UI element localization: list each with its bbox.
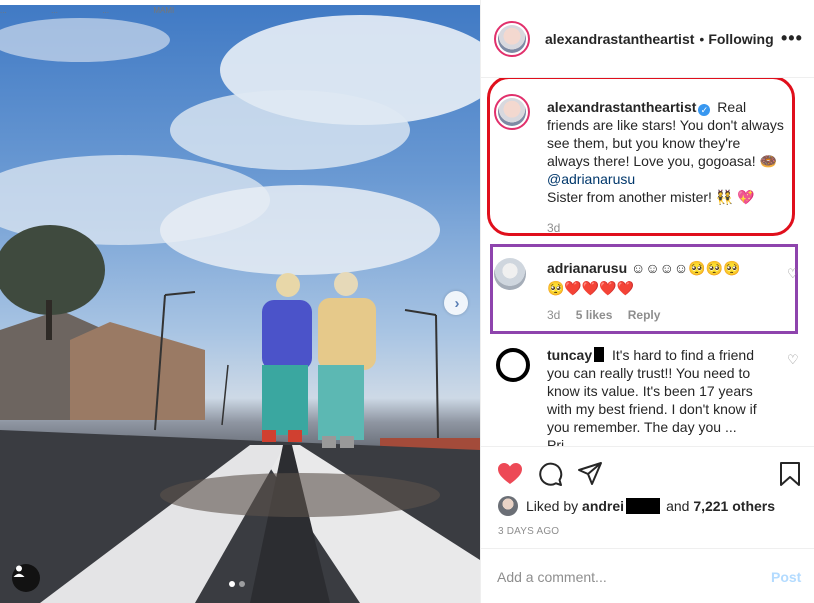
comment-username[interactable]: tuncay [547, 347, 592, 363]
next-photo-button[interactable]: › [444, 291, 468, 315]
comment-meta: 3d 5 likes Reply [547, 308, 660, 322]
like-comment-icon[interactable]: ♡ [787, 352, 799, 368]
avatar[interactable] [494, 20, 530, 57]
verified-icon: ✓ [698, 104, 711, 116]
post-panel: alexandrastantheartist • Following ••• a… [480, 0, 814, 603]
chevron-right-icon: › [454, 294, 460, 312]
top-strip-text: ... [0, 6, 7, 15]
liker-username[interactable]: andrei [582, 498, 624, 514]
add-comment-bar: Add a comment... Post [481, 548, 814, 603]
share-icon[interactable] [577, 461, 603, 487]
carousel-dot [239, 581, 245, 587]
post-photo[interactable]: ... ... ... MAMI › [0, 0, 480, 603]
caption-timestamp[interactable]: 3d [547, 221, 560, 235]
user-tags-button[interactable] [12, 564, 40, 592]
redaction-mark [594, 347, 605, 362]
like-comment-icon[interactable]: ♡ [787, 266, 799, 282]
post-date[interactable]: 3 DAYS AGO [498, 526, 559, 537]
liked-by-label: Liked by [526, 498, 579, 514]
photo-scene [0, 15, 480, 603]
post-button[interactable]: Post [771, 569, 801, 585]
heart-icon[interactable] [497, 461, 523, 487]
caption-text: alexandrastantheartist ✓ Real friends are… [547, 98, 787, 206]
comment-icon[interactable] [537, 461, 563, 487]
mention-link[interactable]: @adrianarusu [547, 171, 635, 187]
bookmark-icon[interactable] [777, 461, 803, 487]
carousel-indicator [229, 581, 245, 587]
user-icon [13, 565, 25, 577]
reply-button[interactable]: Reply [628, 308, 661, 322]
comment-likes[interactable]: 5 likes [576, 308, 613, 322]
comment-text: adrianarusu ☺☺☺☺🥺🥺🥺🥺❤️❤️❤️❤️ [547, 258, 747, 298]
top-strip-text: ... [102, 6, 109, 15]
top-strip: ... ... ... MAMI [0, 0, 480, 15]
top-strip-text: MAMI [153, 6, 175, 15]
carousel-dot-active [229, 581, 235, 587]
comment-text: tuncay It's hard to find a friend you ca… [547, 346, 759, 446]
liked-by: Liked by andrei and 7,221 others [498, 496, 775, 516]
likes-count[interactable]: 7,221 others [693, 498, 775, 514]
comment-username[interactable]: adrianarusu [547, 260, 627, 276]
post-header: alexandrastantheartist • Following ••• [481, 0, 814, 78]
more-options-icon[interactable]: ••• [781, 28, 803, 49]
following-button[interactable]: Following [708, 31, 773, 47]
avatar[interactable] [494, 258, 526, 290]
caption-body-2: Sister from another mister! 👯 💖 [547, 189, 755, 205]
avatar-image [498, 98, 526, 126]
comment-input[interactable]: Add a comment... [497, 569, 607, 585]
comments-section[interactable]: alexandrastantheartist ✓ Real friends are… [481, 78, 814, 446]
top-strip-text: ... [51, 6, 58, 15]
avatar[interactable] [494, 94, 530, 130]
redaction-mark [626, 498, 661, 514]
liker-avatar[interactable] [498, 496, 518, 516]
comment-timestamp[interactable]: 3d [547, 308, 560, 322]
post-actions: Liked by andrei and 7,221 others 3 DAYS … [481, 446, 814, 548]
caption-username[interactable]: alexandrastantheartist [547, 99, 696, 115]
header-separator: • [699, 30, 705, 47]
liked-by-conj: and [666, 498, 690, 514]
avatar-image [498, 24, 526, 53]
header-username[interactable]: alexandrastantheartist [545, 31, 694, 47]
avatar[interactable] [496, 348, 530, 382]
